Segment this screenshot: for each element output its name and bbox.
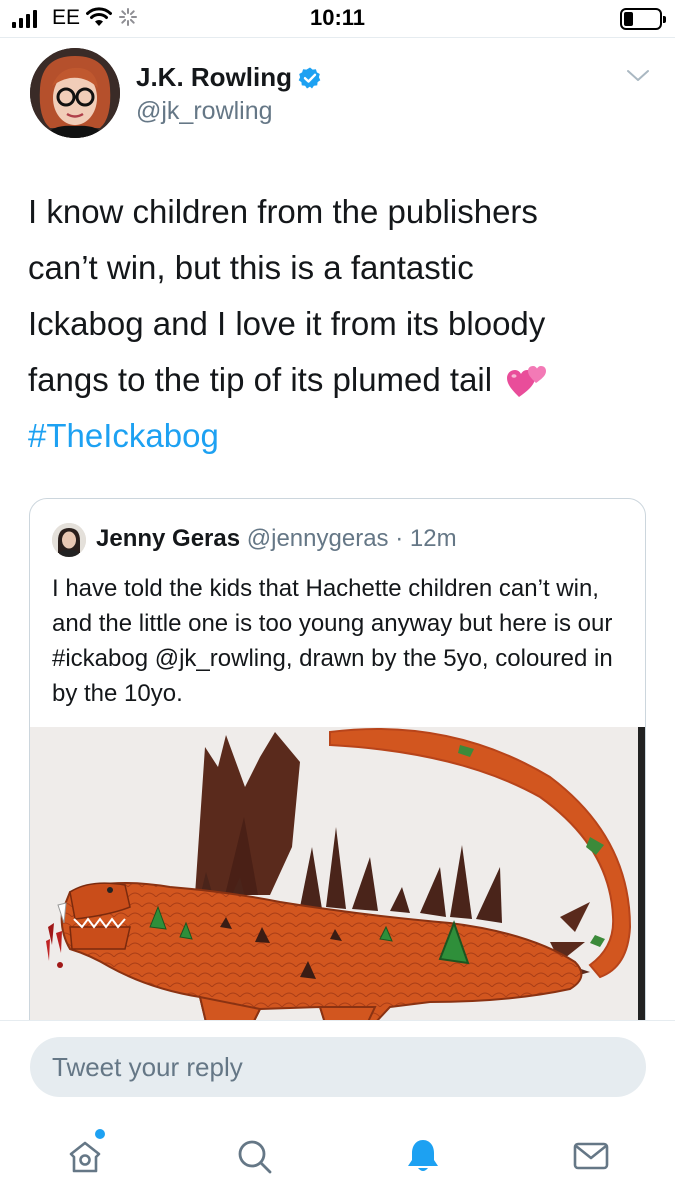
two-hearts-emoji-icon	[507, 366, 547, 398]
home-icon	[69, 1141, 101, 1173]
author-name-row[interactable]: J.K. Rowling	[136, 62, 322, 93]
status-time: 10:11	[309, 5, 366, 30]
tab-bar	[0, 1113, 675, 1200]
tab-home[interactable]	[60, 1131, 110, 1181]
ickabog-drawing-image[interactable]	[30, 727, 645, 1037]
tweet-text-line: Ickabog and I love it from its bloody	[28, 305, 546, 342]
tweet-text-line-with-emoji: fangs to the tip of its plumed tail	[28, 352, 648, 408]
meta-separator: ·	[388, 525, 410, 552]
chevron-down-icon[interactable]	[626, 68, 650, 84]
status-bar-divider	[0, 37, 675, 38]
quoted-author-handle[interactable]: @jennygeras	[247, 525, 389, 552]
author-handle[interactable]: @jk_rowling	[136, 97, 273, 126]
messages-icon	[573, 1142, 609, 1170]
hashtag-link[interactable]: #TheIckabog	[28, 408, 648, 464]
new-content-dot	[95, 1129, 105, 1139]
author-name[interactable]: J.K. Rowling	[136, 62, 292, 93]
battery-icon	[620, 8, 666, 30]
reply-input[interactable]	[30, 1037, 646, 1097]
notifications-icon	[408, 1140, 438, 1171]
tweet-text-line: fangs to the tip of its plumed tail	[28, 361, 493, 398]
tab-messages[interactable]	[566, 1131, 616, 1181]
status-bar: EE 10:11	[0, 0, 675, 38]
quoted-tweet-card[interactable]: Jenny Geras @jennygeras · 12m I have tol…	[29, 498, 646, 1038]
search-icon	[238, 1140, 272, 1174]
quoted-author-name[interactable]: Jenny Geras	[96, 525, 240, 552]
tweet-text-line: I know children from the publishers	[28, 193, 538, 230]
tweet-text: I know children from the publishers can’…	[28, 184, 648, 464]
quoted-author-avatar[interactable]	[52, 523, 86, 557]
quoted-tweet-age: 12m	[409, 525, 457, 552]
tab-notifications[interactable]	[398, 1131, 448, 1181]
tab-search[interactable]	[229, 1131, 279, 1181]
quoted-tweet-text: I have told the kids that Hachette child…	[52, 575, 613, 707]
reply-bar	[0, 1021, 675, 1113]
quoted-tweet-header: Jenny Geras @jennygeras · 12m	[96, 525, 457, 553]
battery-level	[624, 12, 633, 26]
tweet-text-line: can’t win, but this is a fantastic	[28, 249, 474, 286]
verified-badge-icon	[298, 67, 321, 88]
author-avatar[interactable]	[30, 48, 120, 138]
